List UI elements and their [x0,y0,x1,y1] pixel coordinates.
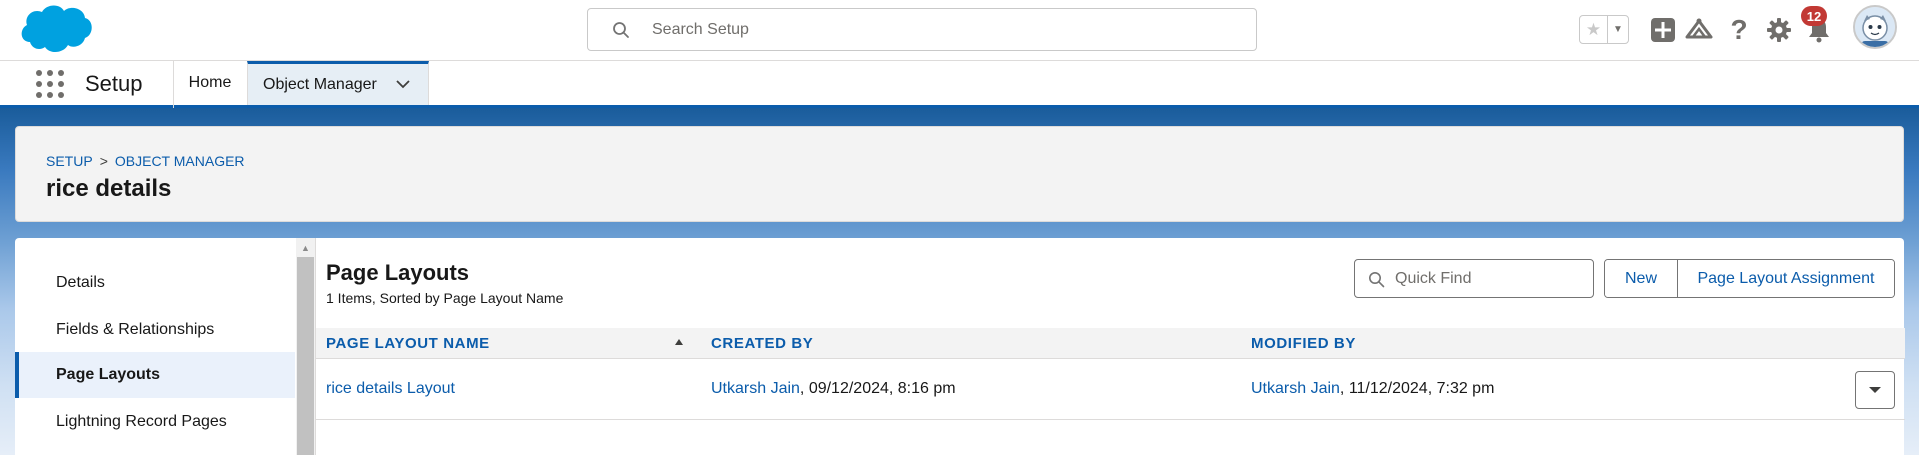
chevron-down-icon [1869,387,1881,393]
astro-avatar-icon [1855,7,1895,47]
quick-find-box[interactable] [1354,259,1594,298]
search-icon [613,22,629,38]
favorites-dropdown-icon[interactable]: ▼ [1608,16,1628,43]
setup-gear-button[interactable] [1764,15,1794,45]
panel-title: Page Layouts [326,260,470,285]
global-actions-button[interactable] [1648,15,1678,45]
sidebar-item-lightning-record-pages[interactable]: Lightning Record Pages [15,399,295,445]
column-header-created-by[interactable]: CREATED BY [711,335,813,352]
breadcrumb-object-manager[interactable]: OBJECT MANAGER [115,153,245,169]
scrollbar-thumb[interactable] [297,257,314,455]
table-header: PAGE LAYOUT NAME CREATED BY MODIFIED BY [316,328,1905,359]
tab-object-manager[interactable]: Object Manager [247,61,429,105]
notification-badge: 12 [1801,6,1827,26]
page-header: SETUP > OBJECT MANAGER rice details [15,126,1904,222]
user-avatar[interactable] [1853,5,1897,49]
created-by-cell: Utkarsh Jain, 09/12/2024, 8:16 pm [711,380,956,398]
context-nav-bar: Setup Home Object Manager [0,61,1919,108]
created-by-user-link[interactable]: Utkarsh Jain [711,380,800,397]
tab-object-manager-label: Object Manager [263,75,377,93]
setup-search[interactable] [587,8,1257,51]
trailhead-button[interactable] [1684,15,1714,45]
salesforce-logo[interactable] [18,2,94,56]
object-sidebar: Details Fields & Relationships Page Layo… [15,238,315,455]
breadcrumb: SETUP > OBJECT MANAGER [46,153,245,169]
column-header-page-layout-name[interactable]: PAGE LAYOUT NAME [326,335,490,352]
search-icon [1369,272,1385,288]
panel-actions: New Page Layout Assignment [1604,259,1895,298]
favorites-group: ★ ▼ [1579,15,1629,44]
global-header: ★ ▼ ? [0,0,1919,61]
search-input[interactable] [652,17,1232,43]
page-layouts-panel: Page Layouts 1 Items, Sorted by Page Lay… [315,238,1905,455]
chevron-down-icon[interactable] [396,79,410,89]
new-button[interactable]: New [1605,260,1678,297]
gear-icon [1767,18,1791,42]
quick-find-input[interactable] [1395,268,1585,290]
app-launcher-icon[interactable] [36,70,64,98]
created-date: , 09/12/2024, 8:16 pm [799,380,956,397]
help-button[interactable]: ? [1724,14,1754,45]
tab-home[interactable]: Home [173,61,247,105]
favorite-star-icon[interactable]: ★ [1580,16,1608,43]
sidebar-item-page-layouts[interactable]: Page Layouts [15,352,295,398]
page-title: rice details [46,175,172,202]
app-name: Setup [85,71,143,96]
sidebar-scrollbar[interactable]: ▲ [296,238,315,455]
breadcrumb-separator: > [99,153,108,169]
breadcrumb-setup[interactable]: SETUP [46,153,93,169]
page-layout-assignment-button[interactable]: Page Layout Assignment [1678,260,1894,297]
modified-date: , 11/12/2024, 7:32 pm [1339,380,1495,397]
scroll-up-icon[interactable]: ▲ [296,238,315,257]
help-icon: ? [1730,14,1748,45]
panel-subtitle: 1 Items, Sorted by Page Layout Name [326,290,564,306]
sidebar-item-fields-relationships[interactable]: Fields & Relationships [15,307,295,353]
sidebar-item-details[interactable]: Details [15,260,295,306]
page-layout-name-link[interactable]: rice details Layout [326,380,455,398]
modified-by-cell: Utkarsh Jain, 11/12/2024, 7:32 pm [1251,380,1494,398]
table-row: rice details Layout Utkarsh Jain, 09/12/… [316,360,1905,420]
trailhead-icon [1685,18,1713,39]
sort-ascending-icon[interactable] [674,338,684,346]
row-actions-button[interactable] [1855,371,1895,409]
modified-by-user-link[interactable]: Utkarsh Jain [1251,380,1340,397]
column-header-modified-by[interactable]: MODIFIED BY [1251,335,1356,352]
plus-icon [1651,18,1675,42]
